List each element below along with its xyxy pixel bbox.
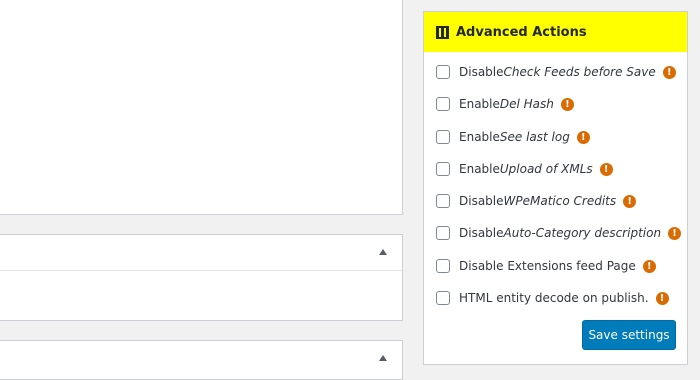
checkbox[interactable] (436, 162, 450, 176)
option-prefix: Enable (459, 162, 500, 176)
metabox-header[interactable] (0, 235, 402, 271)
exclamation-circle-icon[interactable]: ! (668, 226, 682, 240)
option-prefix: Disable (459, 194, 504, 208)
option-name: Del Hash (499, 97, 554, 111)
option-name: Check Feeds before Save (503, 65, 656, 79)
exclamation-circle-icon[interactable]: ! (623, 194, 637, 208)
checkbox[interactable] (436, 130, 450, 144)
option-disable-extensions-page[interactable]: Disable Extensions feed Page ! (436, 256, 656, 276)
option-prefix: Enable (459, 97, 500, 111)
option-label: HTML entity decode on publish. (459, 291, 649, 305)
option-name: Upload of XMLs (499, 162, 593, 176)
exclamation-circle-icon[interactable]: ! (560, 97, 574, 111)
checkbox[interactable] (436, 65, 450, 79)
option-label: Disable Extensions feed Page (459, 259, 636, 273)
option-enable-see-last-log[interactable]: Enable See last log ! (436, 127, 590, 147)
exclamation-circle-icon[interactable]: ! (642, 259, 656, 273)
exclamation-circle-icon[interactable]: ! (655, 291, 669, 305)
advanced-actions-title: Advanced Actions (456, 24, 587, 40)
collapsible-metabox-2 (0, 340, 403, 380)
checkbox[interactable] (436, 291, 450, 305)
option-name: See last log (499, 130, 570, 144)
option-prefix: Enable (459, 130, 500, 144)
option-prefix: Disable (459, 65, 504, 79)
metabox-header-2[interactable] (0, 341, 402, 376)
checkbox[interactable] (436, 226, 450, 240)
advanced-actions-panel: Advanced Actions Disable Check Feeds bef… (423, 11, 688, 365)
collapsible-metabox (0, 234, 403, 321)
option-disable-check-feeds[interactable]: Disable Check Feeds before Save ! (436, 62, 676, 82)
option-html-entity-decode[interactable]: HTML entity decode on publish. ! (436, 288, 669, 308)
option-disable-credits[interactable]: Disable WPeMatico Credits ! (436, 191, 637, 211)
option-name: WPeMatico Credits (503, 194, 617, 208)
option-name: Auto-Category description (503, 226, 662, 240)
exclamation-circle-icon[interactable]: ! (599, 162, 613, 176)
save-settings-button[interactable]: Save settings (582, 320, 676, 350)
option-prefix: Disable (459, 226, 504, 240)
checkbox[interactable] (436, 259, 450, 273)
sliders-icon (436, 25, 449, 39)
exclamation-circle-icon[interactable]: ! (576, 130, 590, 144)
option-enable-upload-xmls[interactable]: Enable Upload of XMLs ! (436, 159, 613, 179)
advanced-actions-header: Advanced Actions (424, 12, 687, 52)
triangle-up-icon[interactable] (379, 249, 387, 255)
main-content-panel (0, 0, 403, 215)
option-disable-auto-category[interactable]: Disable Auto-Category description ! (436, 223, 682, 243)
exclamation-circle-icon[interactable]: ! (662, 65, 676, 79)
checkbox[interactable] (436, 194, 450, 208)
checkbox[interactable] (436, 97, 450, 111)
triangle-up-icon[interactable] (379, 355, 387, 361)
option-enable-del-hash[interactable]: Enable Del Hash ! (436, 94, 574, 114)
